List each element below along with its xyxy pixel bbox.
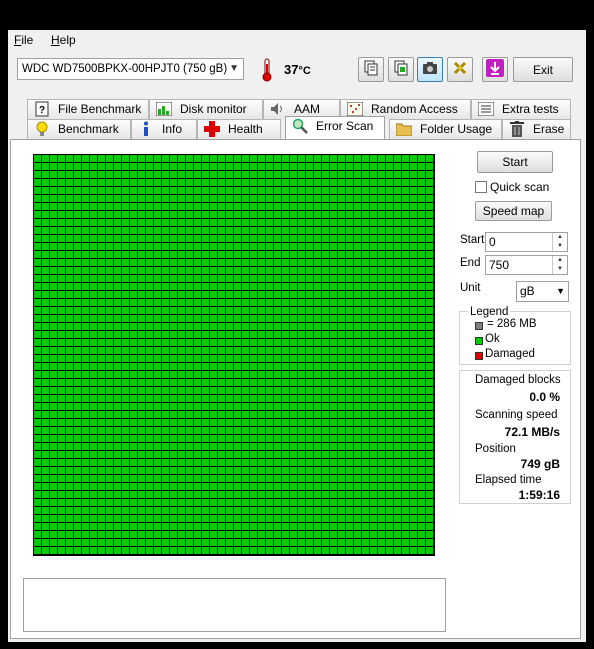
- end-position-input[interactable]: 750 ▲ ▼: [485, 255, 568, 275]
- extra-tests-icon: [478, 101, 494, 117]
- tab-error-scan[interactable]: Error Scan: [285, 116, 385, 139]
- legend-label-block-size: = 286 MB: [487, 318, 537, 330]
- start-label: Start: [460, 234, 485, 246]
- legend-group: Legend = 286 MB Ok Damaged: [459, 306, 571, 365]
- copy-text-button[interactable]: [358, 57, 384, 82]
- quick-scan-checkbox[interactable]: [475, 181, 487, 193]
- legend-label-damaged: Damaged: [485, 348, 535, 360]
- unit-label: Unit: [460, 282, 481, 294]
- random-access-icon: [347, 101, 363, 117]
- unit-select[interactable]: gB ▼: [516, 281, 569, 302]
- tab-health[interactable]: Health: [197, 119, 281, 139]
- legend-swatch-block-size: [475, 322, 483, 330]
- damaged-blocks-label: Damaged blocks: [475, 374, 561, 386]
- elapsed-time-value: 1:59:16: [518, 488, 560, 502]
- position-label: Position: [475, 443, 516, 455]
- legend-title: Legend: [468, 306, 511, 318]
- legend-label-ok: Ok: [485, 333, 500, 345]
- thermometer-icon: [260, 58, 274, 82]
- scan-block-grid: [33, 154, 435, 556]
- chevron-down-icon: ▼: [229, 63, 239, 74]
- scanning-speed-label: Scanning speed: [475, 409, 558, 421]
- options-icon: [452, 60, 468, 79]
- legend-swatch-ok: [475, 337, 483, 345]
- menu-file[interactable]: File: [14, 33, 33, 47]
- trash-icon: [509, 121, 525, 137]
- tab-benchmark[interactable]: Benchmark: [27, 119, 131, 139]
- health-cross-icon: [204, 121, 220, 137]
- scan-log-box[interactable]: [23, 578, 446, 632]
- options-button[interactable]: [447, 57, 473, 82]
- disk-monitor-icon: [156, 101, 172, 117]
- screenshot-icon: [422, 61, 438, 78]
- speaker-icon: [270, 101, 286, 117]
- tab-file-benchmark[interactable]: ? File Benchmark: [27, 99, 149, 119]
- lightbulb-icon: [34, 121, 50, 137]
- legend-swatch-damaged: [475, 352, 483, 360]
- damaged-blocks-value: 0.0 %: [529, 390, 560, 404]
- scan-stats-group: Damaged blocks 0.0 % Scanning speed 72.1…: [459, 370, 571, 504]
- scanning-speed-value: 72.1 MB/s: [504, 425, 560, 439]
- exit-button[interactable]: Exit: [513, 57, 573, 82]
- svg-text:?: ?: [39, 105, 45, 116]
- start-position-input[interactable]: 0 ▲ ▼: [485, 232, 568, 252]
- quick-scan-label: Quick scan: [490, 180, 550, 194]
- save-down-icon: [486, 59, 504, 80]
- tab-info[interactable]: Info: [131, 119, 197, 139]
- position-value: 749 gB: [520, 457, 560, 471]
- tab-erase[interactable]: Erase: [502, 119, 571, 139]
- magnifier-icon: [292, 118, 308, 134]
- tab-folder-usage[interactable]: Folder Usage: [389, 119, 502, 139]
- scan-blocks-ok: [34, 155, 434, 555]
- copy-text-icon: [363, 60, 379, 79]
- copy-all-button[interactable]: [388, 57, 414, 82]
- temperature-readout: 37°C: [284, 62, 311, 77]
- main-window: File Help WDC WD7500BPKX-00HPJT0 (750 gB…: [8, 30, 586, 642]
- spin-arrows-icon[interactable]: ▲ ▼: [552, 256, 567, 274]
- drive-select[interactable]: WDC WD7500BPKX-00HPJT0 (750 gB) ▼: [17, 58, 244, 80]
- save-button[interactable]: [482, 57, 508, 82]
- elapsed-time-label: Elapsed time: [475, 474, 542, 486]
- menu-help[interactable]: Help: [51, 33, 76, 47]
- screenshot-button[interactable]: [417, 57, 443, 82]
- file-benchmark-icon: ?: [34, 101, 50, 117]
- copy-all-icon: [393, 60, 409, 79]
- folder-icon: [396, 121, 412, 137]
- info-icon: [138, 121, 154, 137]
- spin-arrows-icon[interactable]: ▲ ▼: [552, 233, 567, 251]
- tab-extra-tests[interactable]: Extra tests: [471, 99, 571, 119]
- speed-map-button[interactable]: Speed map: [475, 201, 552, 221]
- chevron-down-icon: ▼: [556, 286, 565, 296]
- tab-disk-monitor[interactable]: Disk monitor: [149, 99, 263, 119]
- end-label: End: [460, 257, 481, 269]
- start-scan-button[interactable]: Start: [477, 151, 553, 173]
